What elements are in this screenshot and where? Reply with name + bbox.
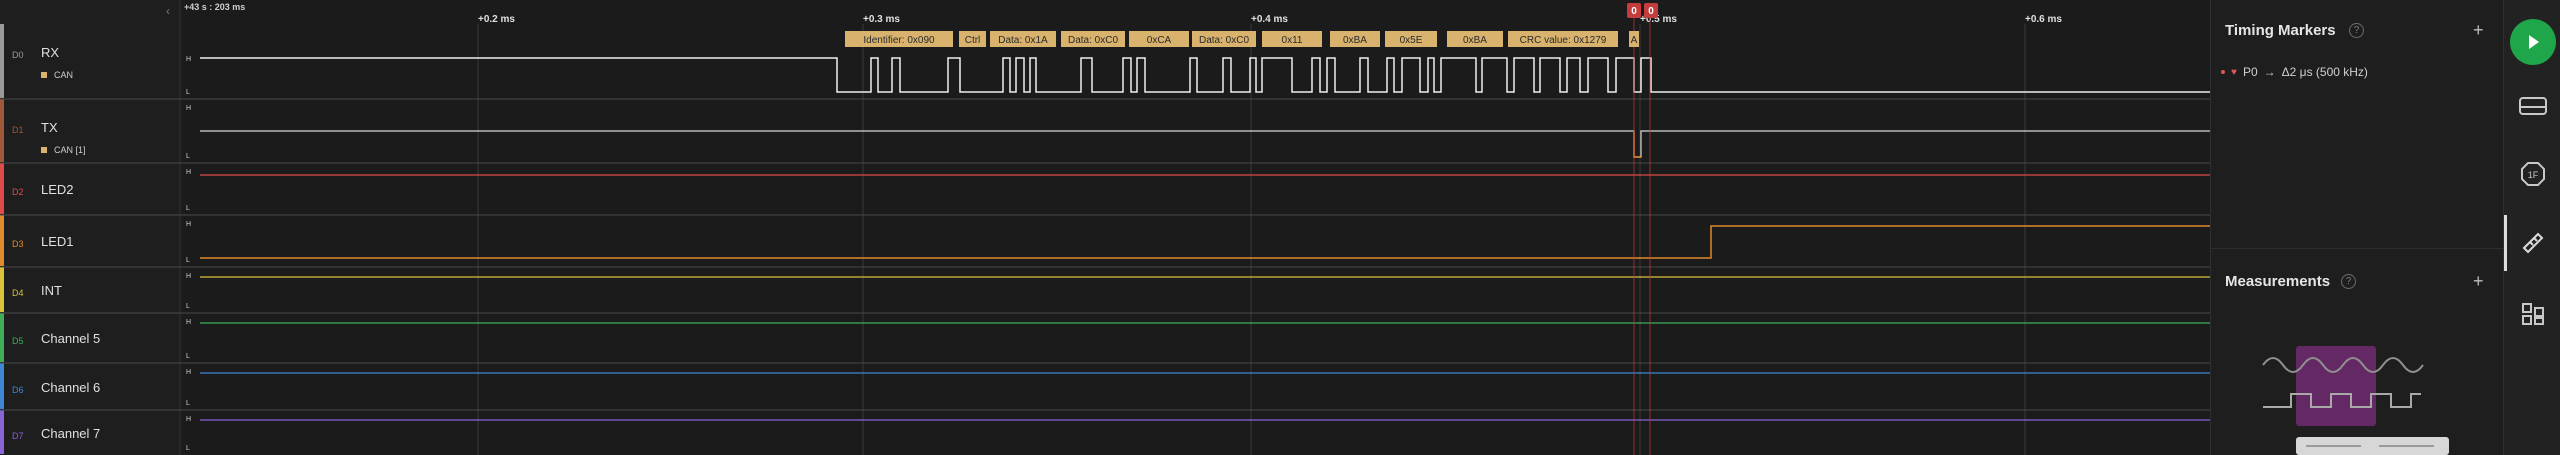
channel-id: D6 (12, 385, 24, 395)
level-low-label: L (186, 353, 190, 360)
analyzer-swatch (41, 72, 47, 78)
channel-id: D3 (12, 239, 24, 249)
level-high-label: H (186, 221, 191, 228)
analyzers-button[interactable] (2504, 78, 2560, 134)
channel-color-bar (0, 267, 4, 312)
channel-id: D5 (12, 336, 24, 346)
channel-name: Channel 5 (41, 331, 100, 346)
decode-bubble-label: 0xBA (1463, 35, 1487, 46)
add-timing-marker-icon[interactable]: + (2473, 21, 2484, 39)
timeline-tick-label: +0.3 ms (863, 14, 900, 25)
channel-name: LED1 (41, 234, 74, 249)
channel-id: D4 (12, 288, 24, 298)
decode-bubble-label: Identifier: 0x090 (863, 35, 935, 46)
channel-name: LED2 (41, 182, 74, 197)
level-low-label: L (186, 303, 190, 310)
level-high-label: H (186, 273, 191, 280)
level-low-label: L (186, 445, 190, 452)
level-high-label: H (186, 56, 191, 63)
marker-bullet-icon (2221, 70, 2225, 74)
right-panel: Timing Markers ? + ♥ P0 → Δ2 μs (500 kHz… (2210, 0, 2504, 455)
channel-id: D1 (12, 125, 24, 135)
logic-analyzer-window: +43 s : 203 ms ‹ +0.2 ms +0.3 ms +0.4 ms +0.5… (0, 0, 2560, 455)
extensions-icon: 1F (2520, 162, 2545, 186)
channel-name: Channel 6 (41, 380, 100, 395)
extensions-button[interactable]: 1F (2504, 146, 2560, 202)
level-high-label: H (186, 319, 191, 326)
timing-markers-button[interactable] (2504, 215, 2560, 271)
timeline-tick-label: +0.6 ms (2025, 14, 2062, 25)
decode-bubble-label: Data: 0xC0 (1068, 35, 1118, 46)
analyzer-name: CAN [1] (54, 145, 86, 155)
decode-bubble-label: Data: 0x1A (998, 35, 1048, 46)
level-low-label: L (186, 257, 190, 264)
timing-markers-icon (2522, 232, 2543, 254)
measurements-button[interactable] (2504, 286, 2560, 342)
marker-value: Δ2 μs (500 kHz) (2281, 65, 2368, 79)
analyzer-swatch (41, 147, 47, 153)
measurements-section: Measurements ? + (2211, 249, 2504, 455)
channel-id: D0 (12, 50, 24, 60)
decode-bubble-label: Data: 0xC0 (1199, 35, 1249, 46)
level-high-label: H (186, 105, 191, 112)
measurements-illustration (2262, 346, 2449, 455)
measurements-icon (2521, 303, 2544, 325)
channel-color-bar (0, 313, 4, 362)
timing-markers-section: Timing Markers ? + ♥ P0 → Δ2 μs (500 kHz… (2211, 0, 2504, 248)
marker-arrow-icon: → (2263, 65, 2276, 79)
decode-bubble-label: 0x5E (1400, 35, 1423, 46)
start-capture-button[interactable] (2504, 14, 2560, 70)
channel-name: INT (41, 283, 62, 298)
timeline-tick-label: +0.2 ms (478, 14, 515, 25)
timing-marker-flag-label: 0 (1648, 6, 1654, 17)
level-low-label: L (186, 89, 190, 96)
level-high-label: H (186, 416, 191, 423)
channel-color-bar (0, 410, 4, 454)
waveform-view[interactable]: +43 s : 203 ms‹+0.2 ms +0.3 ms +0.4 ms +0.5… (0, 0, 2210, 455)
level-low-label: L (186, 400, 190, 407)
level-high-label: H (186, 169, 191, 176)
timing-marker-flag-label: 0 (1631, 6, 1637, 17)
timing-markers-help-icon[interactable]: ? (2349, 23, 2364, 38)
measure-highlight-box (2296, 346, 2376, 426)
decode-bubble-label: Ctrl (965, 35, 981, 46)
channel-color-bar (0, 163, 4, 214)
channel-name: Channel 7 (41, 426, 100, 441)
analyzers-icon (2518, 97, 2547, 115)
illustration-card-line (2306, 445, 2361, 447)
channel-id: D2 (12, 187, 24, 197)
analyzer-name: CAN (54, 70, 73, 80)
decode-bubble-label: 0xBA (1343, 35, 1367, 46)
illustration-card-line-2 (2379, 445, 2434, 447)
timeline-tick-label: +0.4 ms (1251, 14, 1288, 25)
channel-name: TX (41, 120, 58, 135)
timing-marker-row[interactable]: ♥ P0 → Δ2 μs (500 kHz) (2221, 64, 2368, 80)
marker-name: P0 (2242, 65, 2258, 79)
decode-bubble-label: A (1631, 35, 1638, 46)
timing-markers-title: Timing Markers (2225, 22, 2336, 39)
time-origin-label: +43 s : 203 ms (184, 2, 245, 12)
icon-rail: 1F (2503, 0, 2560, 455)
channel-name: RX (41, 45, 59, 60)
timeline-left-arrow-icon: ‹ (166, 4, 170, 18)
wave-background (0, 0, 2210, 455)
marker-heart-icon: ♥ (2231, 66, 2237, 78)
channel-color-bar (0, 24, 4, 98)
channel-color-bar (0, 215, 4, 266)
channel-color-bar (0, 99, 4, 162)
decode-bubble-label: CRC value: 0x1279 (1520, 35, 1607, 46)
channel-id: D7 (12, 431, 24, 441)
decode-bubble-label: 0x11 (1282, 35, 1303, 46)
channel-color-bar (0, 363, 4, 409)
level-low-label: L (186, 205, 190, 212)
decode-bubble-label: 0xCA (1147, 35, 1172, 46)
svg-text:1F: 1F (2527, 170, 2538, 180)
play-icon (2509, 19, 2556, 65)
level-low-label: L (186, 153, 190, 160)
level-high-label: H (186, 369, 191, 376)
